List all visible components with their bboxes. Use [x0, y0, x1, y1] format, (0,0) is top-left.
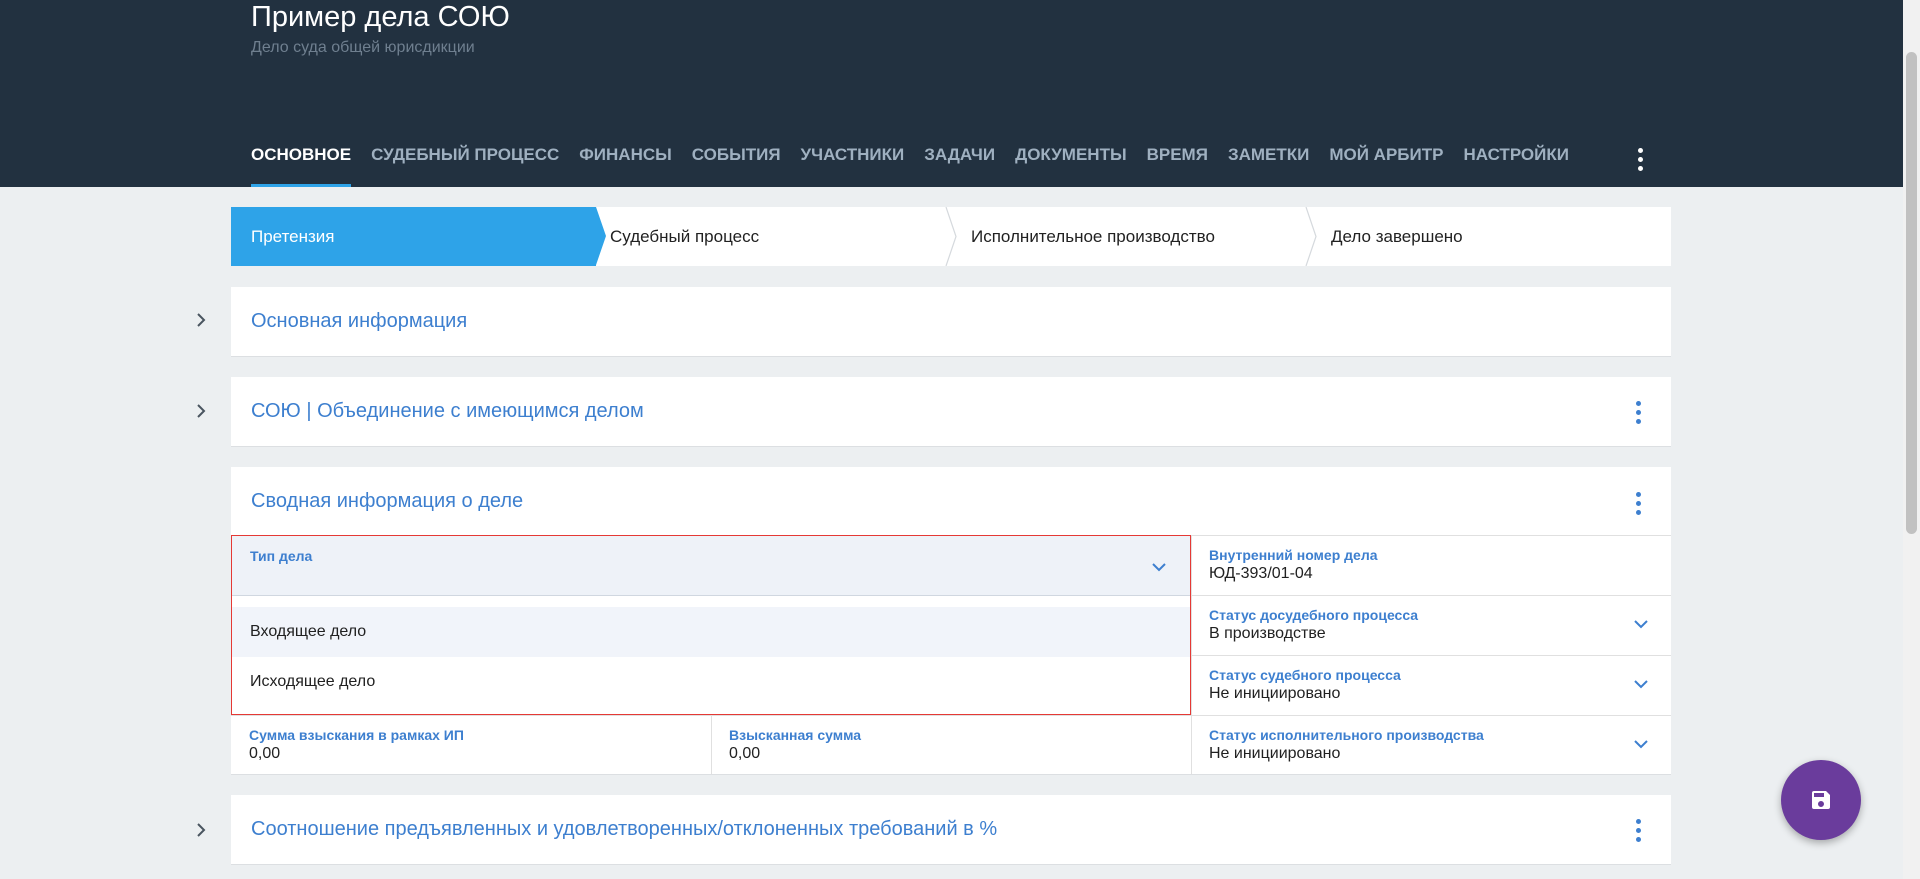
recovery-amount-input[interactable]: 0,00: [249, 745, 280, 763]
chevron-down-icon[interactable]: [1632, 615, 1650, 633]
section-merge-case[interactable]: СОЮ | Объединение с имеющимся делом: [231, 377, 1671, 447]
tab-documents[interactable]: ДОКУМЕНТЫ: [1015, 143, 1127, 187]
tab-tasks[interactable]: ЗАДАЧИ: [924, 143, 995, 187]
court-status-select[interactable]: Не инициировано: [1209, 685, 1340, 703]
case-type-dropdown[interactable]: Тип дела Входящее дело Исходящее дело: [231, 535, 1191, 715]
pretrial-status-label: Статус досудебного процесса: [1209, 607, 1419, 623]
case-type-label: Тип дела: [250, 548, 313, 564]
section-title[interactable]: Соотношение предъявленных и удовлетворен…: [251, 818, 997, 841]
more-vert-icon[interactable]: [1631, 399, 1645, 425]
tab-main[interactable]: ОСНОВНОЕ: [251, 143, 352, 187]
chevron-down-icon[interactable]: [1632, 675, 1650, 693]
section-requirements-ratio[interactable]: Соотношение предъявленных и удовлетворен…: [231, 795, 1671, 865]
tab-bar: ОСНОВНОЕ СУДЕБНЫЙ ПРОЦЕСС ФИНАНСЫ СОБЫТИ…: [251, 143, 1589, 187]
internal-number-value[interactable]: ЮД-393/01-04: [1209, 565, 1313, 583]
more-vert-icon[interactable]: [1633, 146, 1647, 172]
tab-time[interactable]: ВРЕМЯ: [1147, 143, 1208, 187]
enforcement-status-label: Статус исполнительного производства: [1209, 727, 1484, 743]
case-type-option-outgoing[interactable]: Исходящее дело: [232, 657, 1190, 707]
internal-number-label: Внутренний номер дела: [1209, 547, 1378, 563]
recovered-amount-label: Взысканная сумма: [729, 727, 862, 743]
tab-notes[interactable]: ЗАМЕТКИ: [1228, 143, 1309, 187]
save-button[interactable]: [1781, 760, 1861, 840]
chevron-down-icon[interactable]: [1632, 735, 1650, 753]
section-title[interactable]: СОЮ | Объединение с имеющимся делом: [251, 400, 644, 423]
case-subtitle: Дело суда общей юрисдикции: [251, 39, 475, 56]
step-court-process[interactable]: Судебный процесс: [610, 207, 759, 266]
chevron-right-icon[interactable]: [191, 820, 211, 840]
recovered-amount-input[interactable]: 0,00: [729, 745, 760, 763]
court-status-label: Статус судебного процесса: [1209, 667, 1401, 683]
tab-my-arbitr[interactable]: МОЙ АРБИТР: [1329, 143, 1443, 187]
tab-events[interactable]: СОБЫТИЯ: [692, 143, 781, 187]
more-vert-icon[interactable]: [1631, 817, 1645, 843]
step-claim[interactable]: Претензия: [251, 207, 335, 266]
save-icon: [1812, 791, 1830, 809]
chevron-down-icon[interactable]: [1150, 558, 1168, 576]
recovery-amount-label: Сумма взыскания в рамках ИП: [249, 727, 464, 743]
tab-court-process[interactable]: СУДЕБНЫЙ ПРОЦЕСС: [371, 143, 559, 187]
section-title[interactable]: Основная информация: [251, 310, 467, 333]
chevron-right-icon[interactable]: [191, 310, 211, 330]
chevron-right-icon[interactable]: [191, 401, 211, 421]
case-type-option-incoming[interactable]: Входящее дело: [232, 607, 1190, 657]
section-title[interactable]: Сводная информация о деле: [251, 490, 523, 513]
scrollbar-thumb[interactable]: [1906, 52, 1917, 534]
case-title: Пример дела СОЮ: [251, 1, 510, 33]
step-enforcement[interactable]: Исполнительное производство: [971, 207, 1215, 266]
case-header: Пример дела СОЮ Дело суда общей юрисдикц…: [0, 0, 1920, 187]
section-main-info[interactable]: Основная информация: [231, 287, 1671, 357]
case-type-select[interactable]: Тип дела: [232, 536, 1190, 596]
pretrial-status-select[interactable]: В производстве: [1209, 625, 1326, 643]
step-separator-icon: [1305, 207, 1317, 266]
tab-participants[interactable]: УЧАСТНИКИ: [801, 143, 905, 187]
more-vert-icon[interactable]: [1631, 490, 1645, 516]
tab-finance[interactable]: ФИНАНСЫ: [579, 143, 671, 187]
tab-settings[interactable]: НАСТРОЙКИ: [1463, 143, 1569, 187]
case-stage-stepper: Претензия Судебный процесс Исполнительно…: [231, 207, 1671, 266]
step-completed[interactable]: Дело завершено: [1331, 207, 1463, 266]
enforcement-status-select[interactable]: Не инициировано: [1209, 745, 1340, 763]
step-separator-icon: [945, 207, 957, 266]
